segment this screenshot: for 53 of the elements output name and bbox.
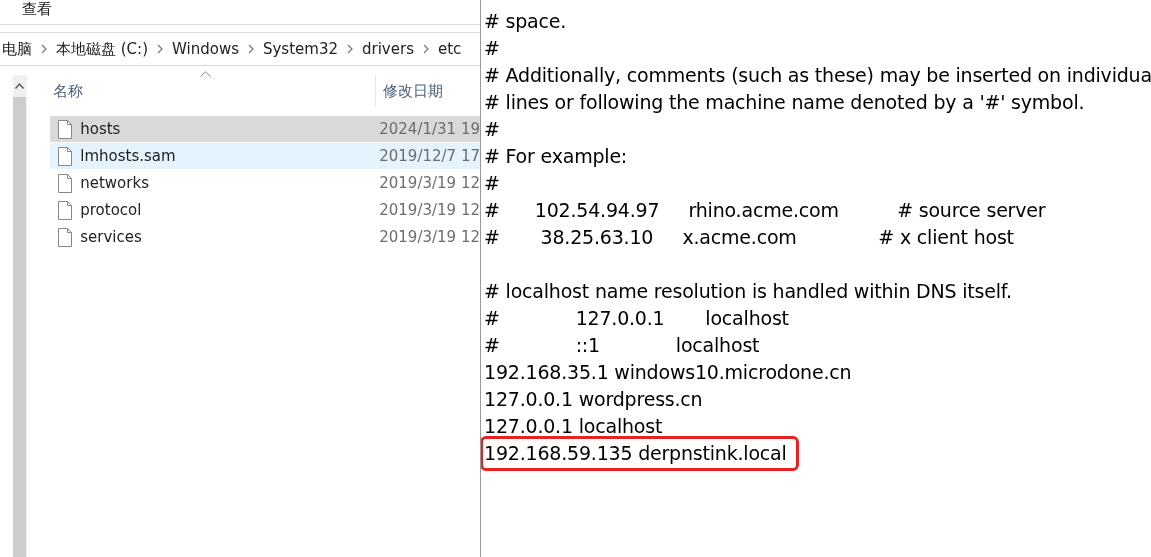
- text-line: #: [484, 117, 500, 142]
- breadcrumb-item[interactable]: Windows: [172, 40, 239, 58]
- text-line: # 102.54.94.97 rhino.acme.com # source server: [484, 198, 1046, 223]
- text-line: # space.: [484, 9, 567, 34]
- file-row[interactable]: services 2019/3/19 12: [50, 224, 480, 250]
- file-date: 2019/3/19 12: [379, 201, 480, 219]
- file-row[interactable]: hosts 2024/1/31 19: [50, 116, 480, 142]
- text-line: 127.0.0.1 wordpress.cn: [484, 387, 703, 412]
- file-date: 2019/3/19 12: [379, 228, 480, 246]
- text-line: 192.168.35.1 windows10.microdone.cn: [484, 360, 852, 385]
- chevron-right-icon: [422, 43, 429, 54]
- file-date: 2024/1/31 19: [379, 120, 480, 138]
- scroll-up-button[interactable]: [13, 75, 27, 97]
- chevron-right-icon: [247, 43, 254, 54]
- file-icon: [58, 173, 73, 193]
- text-line: #: [484, 36, 500, 61]
- file-name: protocol: [80, 201, 143, 219]
- breadcrumb-item[interactable]: 本地磁盘 (C:): [56, 39, 148, 59]
- breadcrumb-item[interactable]: System32: [262, 40, 338, 58]
- column-header[interactable]: 名称: [50, 81, 376, 101]
- scrollbar[interactable]: [13, 75, 27, 557]
- file-name: lmhosts.sam: [80, 147, 177, 165]
- text-line: # ::1 localhost: [484, 333, 760, 358]
- text-line: # 127.0.0.1 localhost: [484, 306, 789, 331]
- file-icon: [58, 227, 73, 247]
- chevron-right-icon: [347, 43, 353, 54]
- chevron-right-icon: [41, 43, 47, 54]
- file-icon: [58, 200, 73, 220]
- file-icon: [58, 119, 73, 139]
- text-line: 127.0.0.1 localhost: [484, 414, 663, 439]
- sort-ascending-icon: [200, 71, 212, 77]
- breadcrumb-item[interactable]: 电脑: [2, 39, 32, 59]
- file-icon: [58, 146, 73, 166]
- text-line: #: [484, 171, 500, 196]
- text-line: # For example:: [484, 144, 628, 169]
- column-header[interactable]: 修改日期: [375, 75, 444, 107]
- text-line: # lines or following the machine name denoted by a '#' symbol.: [484, 90, 1085, 115]
- text-line: # Additionally, comments (such as these) may be inserted on individua: [484, 63, 1151, 88]
- breadcrumb-item[interactable]: drivers: [362, 40, 414, 58]
- file-name: hosts: [80, 120, 122, 138]
- file-row[interactable]: networks 2019/3/19 12: [50, 170, 480, 196]
- chevron-up-icon: [15, 83, 25, 89]
- file-row[interactable]: lmhosts.sam 2019/12/7 17: [50, 143, 480, 169]
- menu-item[interactable]: 查看: [22, 0, 52, 24]
- file-row[interactable]: protocol 2019/3/19 12: [50, 197, 480, 223]
- file-name: services: [80, 228, 143, 246]
- text-line: # localhost name resolution is handled within DNS itself.: [484, 279, 1012, 304]
- text-line: # 38.25.63.10 x.acme.com # x client host: [484, 225, 1014, 250]
- file-date: 2019/12/7 17: [379, 147, 480, 165]
- chevron-right-icon: [157, 43, 163, 54]
- file-name: networks: [80, 174, 150, 192]
- breadcrumb-item[interactable]: etc: [437, 40, 462, 58]
- file-date: 2019/3/19 12: [379, 174, 480, 192]
